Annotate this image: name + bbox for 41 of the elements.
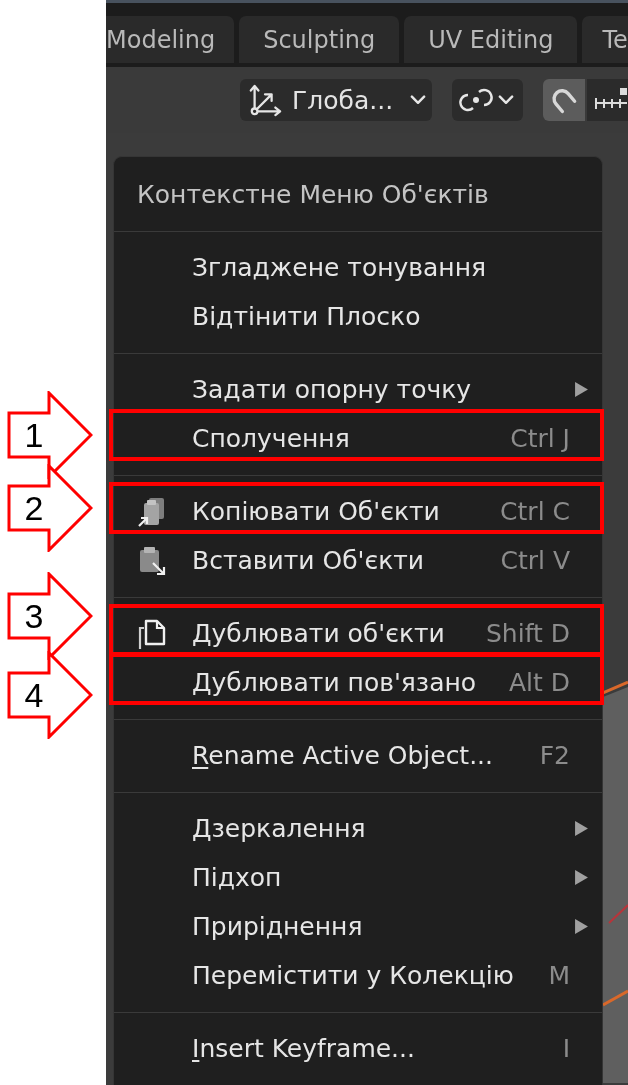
link-dropdown[interactable] xyxy=(452,79,523,121)
chevron-down-icon xyxy=(498,95,514,105)
shortcut-label: I xyxy=(562,1034,570,1063)
workspace-tab[interactable]: Te xyxy=(582,16,628,64)
shortcut-label: F2 xyxy=(539,741,570,770)
menu-item[interactable]: Вставити Об'єкти Ctrl V xyxy=(114,536,602,585)
shortcut-label: Alt D xyxy=(508,668,570,697)
copy-icon xyxy=(137,495,167,528)
menu-item[interactable]: Згладжене тонування xyxy=(114,243,602,292)
shortcut-label: M xyxy=(548,961,570,990)
menu-item[interactable]: Insert Keyframe... I xyxy=(114,1024,602,1073)
workspace-tab[interactable]: Modeling xyxy=(106,16,235,64)
shortcut-label: Ctrl J xyxy=(510,424,570,453)
magnet-toggle[interactable] xyxy=(543,79,585,121)
snap-increment-dropdown[interactable] xyxy=(587,79,628,121)
menu-item[interactable]: Дзеркалення xyxy=(114,804,602,853)
workspace-tab[interactable]: Sculpting xyxy=(239,16,400,64)
shortcut-label: Shift D xyxy=(485,619,570,648)
shortcut-label: Ctrl C xyxy=(500,497,570,526)
callout-number: 3 xyxy=(23,595,45,636)
menu-item[interactable]: Копіювати Об'єкти Ctrl C xyxy=(114,487,602,536)
chevron-down-icon xyxy=(410,95,426,105)
menu-item[interactable]: Rename Active Object... F2 xyxy=(114,731,602,780)
callout-number: 2 xyxy=(23,487,45,528)
menu-item[interactable]: Сполучення Ctrl J xyxy=(114,414,602,463)
menu-item[interactable]: Перемістити у Колекцію M xyxy=(114,951,602,1000)
menu-item[interactable]: Задати опорну точку xyxy=(114,365,602,414)
paste-icon xyxy=(137,544,167,577)
axes-icon xyxy=(248,83,282,117)
menu-item[interactable]: Відтінити Плоско xyxy=(114,292,602,341)
menu-title: Контекстне Меню Об'єктів xyxy=(136,178,490,211)
callout-number: 1 xyxy=(23,414,45,455)
workspace-tab[interactable]: UV Editing xyxy=(404,16,578,64)
callout-number: 4 xyxy=(23,674,45,715)
menu-item[interactable]: Дублювати об'єкти Shift D xyxy=(114,609,602,658)
orientation-dropdown[interactable]: Глоба... xyxy=(240,79,432,121)
duplicate-icon xyxy=(137,617,167,650)
menu-item[interactable]: Дублювати пов'язано Alt D xyxy=(114,658,602,707)
menu-item[interactable]: Приріднення xyxy=(114,902,602,951)
menu-item[interactable]: Підхоп xyxy=(114,853,602,902)
shortcut-label: Ctrl V xyxy=(500,546,570,575)
